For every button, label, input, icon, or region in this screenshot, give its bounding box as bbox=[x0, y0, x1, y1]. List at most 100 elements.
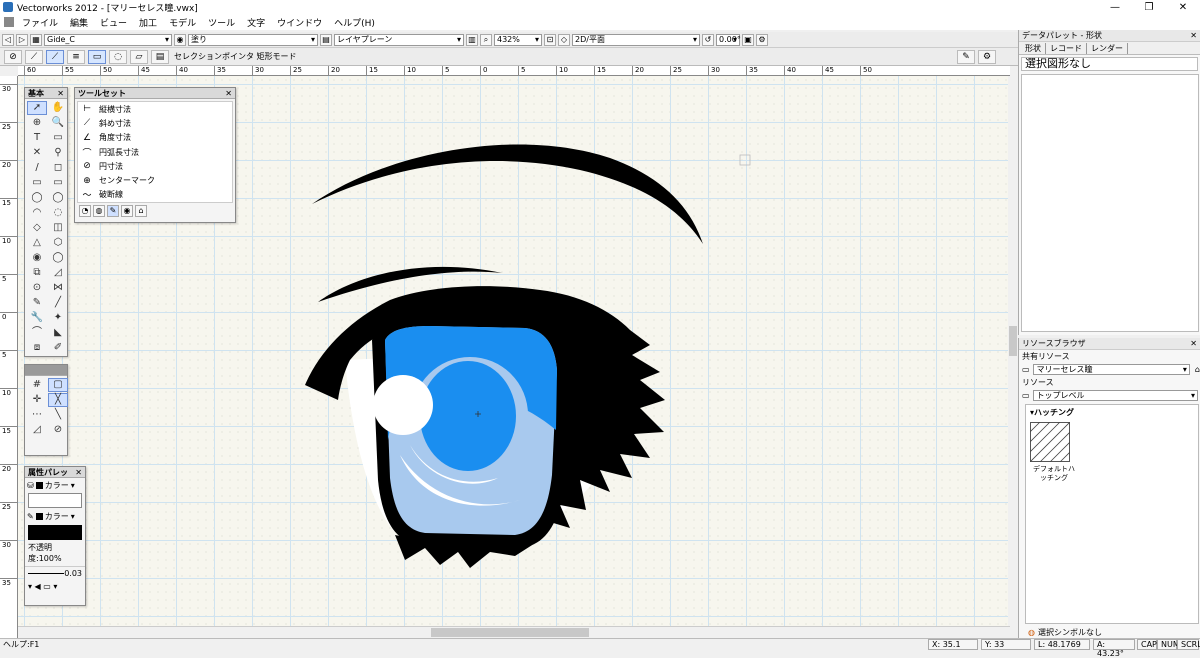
palette-close-icon[interactable]: ✕ bbox=[75, 467, 82, 478]
basic-tool-icon[interactable]: ╱ bbox=[48, 296, 68, 310]
basic-tool-icon[interactable]: ▭ bbox=[27, 176, 47, 190]
level-select[interactable]: トップレベル bbox=[1032, 390, 1198, 401]
menu-model[interactable]: モデル bbox=[163, 16, 202, 29]
basic-tool-icon[interactable]: ⧉ bbox=[27, 266, 47, 280]
basic-tool-icon[interactable]: ⧈ bbox=[27, 341, 47, 355]
basic-tool-icon[interactable]: ◠ bbox=[27, 206, 47, 220]
menu-view[interactable]: ビュー bbox=[94, 16, 133, 29]
vertical-scrollbar[interactable] bbox=[1008, 76, 1018, 626]
pen-color-box[interactable] bbox=[28, 525, 82, 540]
visualization-icon[interactable]: ◔ bbox=[79, 205, 91, 217]
basic-tool-icon[interactable]: ➚ bbox=[27, 101, 47, 115]
fill-color-box[interactable] bbox=[28, 493, 82, 508]
home-icon[interactable]: ⌂ bbox=[1195, 365, 1200, 374]
horizontal-scrollbar[interactable] bbox=[18, 626, 1010, 638]
basic-tool-icon[interactable]: 🔍 bbox=[48, 116, 68, 130]
polyline-mode-icon[interactable]: ⟋ bbox=[46, 49, 64, 64]
class-icon[interactable]: ▦ bbox=[30, 33, 42, 46]
toolset-item[interactable]: 〜破断線 bbox=[78, 188, 232, 202]
basic-tool-icon[interactable]: ⊕ bbox=[27, 116, 47, 130]
data-palette-header[interactable]: データパレット - 形状 ✕ bbox=[1019, 30, 1200, 42]
basic-tool-icon[interactable]: △ bbox=[27, 236, 47, 250]
tab-shape[interactable]: 形状 bbox=[1021, 42, 1046, 54]
lasso-mode-icon[interactable]: ◌ bbox=[109, 49, 127, 64]
preferences-icon[interactable]: ⚙ bbox=[978, 49, 996, 64]
distance-snap-icon[interactable]: ⋯ bbox=[27, 408, 47, 422]
design-icon[interactable]: ◍ bbox=[93, 205, 105, 217]
toolset-item[interactable]: ⊕ センターマーク bbox=[78, 173, 232, 187]
basic-tool-icon[interactable]: ✋ bbox=[48, 101, 68, 115]
snap-palette-header[interactable] bbox=[25, 365, 67, 376]
menu-edit[interactable]: 編集 bbox=[64, 16, 94, 29]
tab-render[interactable]: レンダー bbox=[1087, 42, 1128, 54]
resource-browser-header[interactable]: リソースブラウザ ✕ bbox=[1019, 338, 1200, 350]
rect-mode-icon[interactable]: ▭ bbox=[88, 49, 106, 64]
maximize-button[interactable]: ❐ bbox=[1132, 0, 1166, 14]
fill-style[interactable]: カラー bbox=[45, 480, 69, 491]
chevron-down-icon[interactable]: ▾ bbox=[71, 512, 75, 521]
basic-tool-icon[interactable]: ⌒ bbox=[27, 326, 47, 340]
options-icon[interactable]: ▤ bbox=[151, 49, 169, 64]
smart-point-icon[interactable]: ⊘ bbox=[48, 423, 68, 437]
basic-tool-icon[interactable]: T bbox=[27, 131, 47, 145]
tangent-snap-icon[interactable]: ╲ bbox=[48, 408, 68, 422]
resource-folder[interactable]: ▾ハッチング bbox=[1026, 405, 1198, 420]
basic-tool-icon[interactable]: ✕ bbox=[27, 146, 47, 160]
view-icon[interactable]: ◇ bbox=[558, 33, 570, 46]
basic-tool-icon[interactable]: ◯ bbox=[27, 191, 47, 205]
rotation-field[interactable]: 0.00° bbox=[716, 33, 741, 46]
basic-palette-header[interactable]: 基本 ✕ bbox=[25, 88, 67, 99]
menu-tools[interactable]: ツール bbox=[202, 16, 241, 29]
document-icon[interactable] bbox=[4, 17, 14, 27]
basic-tool-icon[interactable]: ◯ bbox=[48, 251, 68, 265]
horizontal-scroll-thumb[interactable] bbox=[431, 628, 589, 637]
edge-snap-icon[interactable]: ◿ bbox=[27, 423, 47, 437]
basic-tool-icon[interactable]: ◣ bbox=[48, 326, 68, 340]
menu-file[interactable]: ファイル bbox=[16, 16, 64, 29]
basic-tool-icon[interactable]: 🔧 bbox=[27, 311, 47, 325]
class-select[interactable]: Gide_C bbox=[44, 33, 172, 46]
back-icon[interactable]: ◁ bbox=[2, 33, 14, 46]
basic-tool-icon[interactable]: ⊙ bbox=[27, 281, 47, 295]
menu-text[interactable]: 文字 bbox=[241, 16, 271, 29]
chevron-down-icon[interactable]: ▾ bbox=[71, 481, 75, 490]
close-button[interactable]: ✕ bbox=[1166, 0, 1200, 14]
basic-tool-icon[interactable]: ▭ bbox=[48, 176, 68, 190]
toolset-item[interactable]: ⊘ 円寸法 bbox=[78, 159, 232, 173]
dims-icon[interactable]: ✎ bbox=[107, 205, 119, 217]
toolset-item[interactable]: ⊢ 縦横寸法 bbox=[78, 102, 232, 116]
tab-record[interactable]: レコード bbox=[1046, 42, 1087, 54]
menu-modify[interactable]: 加工 bbox=[133, 16, 163, 29]
palette-close-icon[interactable]: ✕ bbox=[225, 88, 232, 99]
basic-tool-icon[interactable]: ◌ bbox=[48, 206, 68, 220]
line-mode-icon[interactable]: ⟋ bbox=[25, 49, 43, 64]
attribute-palette-header[interactable]: 属性パレッ ✕ bbox=[25, 467, 85, 478]
visibility-icon[interactable]: ◉ bbox=[174, 33, 186, 46]
layer-options-icon[interactable]: ▥ bbox=[466, 33, 478, 46]
view-select[interactable]: 2D/平面 bbox=[572, 33, 700, 46]
object-snap-icon[interactable]: ▢ bbox=[48, 378, 68, 392]
render-mode-icon[interactable]: ⚙ bbox=[756, 33, 768, 46]
basic-tool-icon[interactable]: ✎ bbox=[27, 296, 47, 310]
arrowhead-row[interactable]: ▾ ◀ ▭ ▾ bbox=[25, 580, 85, 593]
palette-close-icon[interactable]: ✕ bbox=[1190, 30, 1197, 42]
palette-close-icon[interactable]: ✕ bbox=[1190, 338, 1197, 350]
menu-help[interactable]: ヘルプ(H) bbox=[328, 16, 381, 29]
basic-tool-icon[interactable]: ◻ bbox=[48, 161, 68, 175]
resource-item[interactable]: デフォルトハッチング bbox=[1029, 421, 1075, 483]
basic-tool-icon[interactable]: ◫ bbox=[48, 221, 68, 235]
basic-tool-icon[interactable]: ◉ bbox=[27, 251, 47, 265]
basic-tool-icon[interactable]: ⚲ bbox=[48, 146, 68, 160]
opacity-label[interactable]: 不透明度:100% bbox=[25, 540, 85, 566]
zoom-select[interactable]: 432% bbox=[494, 33, 542, 46]
palette-close-icon[interactable]: ✕ bbox=[57, 88, 64, 99]
building-icon[interactable]: ⌂ bbox=[135, 205, 147, 217]
zoom-icon[interactable]: ⌕ bbox=[480, 33, 492, 46]
layer-select[interactable]: レイヤプレーン bbox=[334, 33, 464, 46]
basic-tool-icon[interactable]: ✦ bbox=[48, 311, 68, 325]
basic-tool-icon[interactable]: ◿ bbox=[48, 266, 68, 280]
basic-tool-icon[interactable]: / bbox=[27, 161, 47, 175]
rotate-icon[interactable]: ↺ bbox=[702, 33, 714, 46]
basic-tool-icon[interactable]: ▭ bbox=[48, 131, 68, 145]
basic-tool-icon[interactable]: ⋈ bbox=[48, 281, 68, 295]
